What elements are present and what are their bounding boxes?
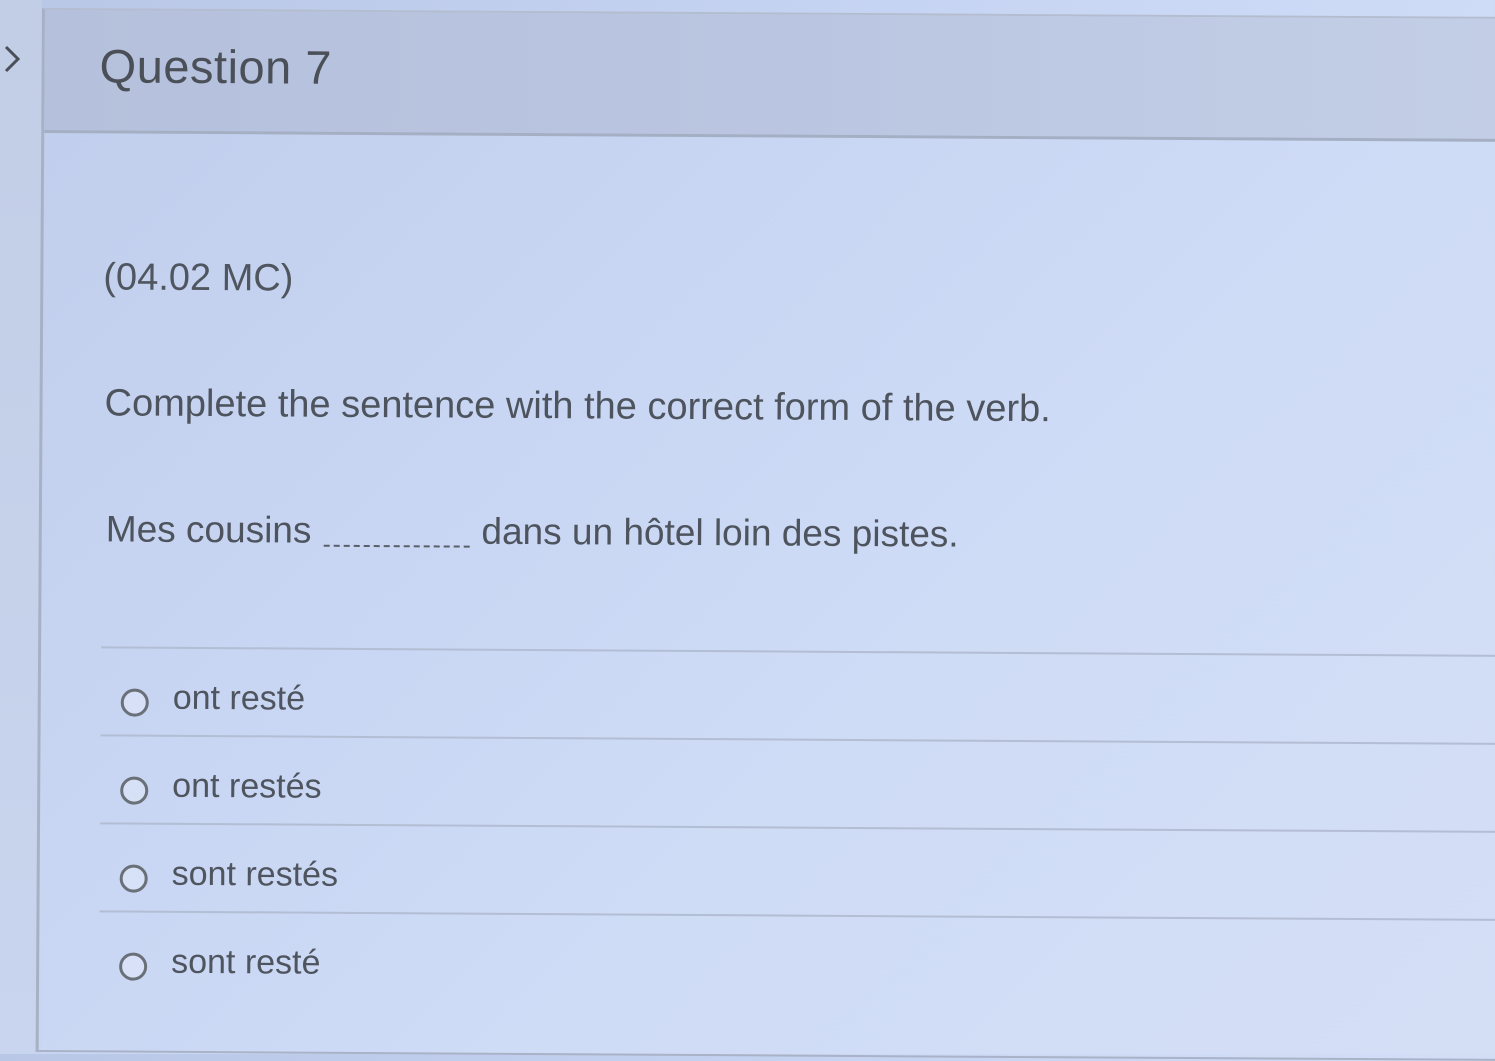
radio-button-icon[interactable]: [120, 688, 149, 717]
question-code: (04.02 MC): [103, 256, 294, 300]
answer-blank: [323, 524, 470, 548]
prompt-text-after: dans un hôtel loin des pistes.: [481, 510, 959, 555]
option-label: sont restés: [171, 854, 339, 894]
question-title: Question 7: [99, 39, 333, 94]
question-instruction: Complete the sentence with the correct f…: [104, 382, 1051, 431]
answer-option-ont-reste[interactable]: ont resté: [100, 646, 1495, 743]
option-label: sont resté: [171, 942, 321, 982]
prompt-text-before: Mes cousins: [105, 508, 312, 551]
radio-button-icon[interactable]: [119, 952, 148, 981]
radio-button-icon[interactable]: [119, 864, 148, 893]
answer-option-ont-restes[interactable]: ont restés: [100, 734, 1495, 831]
answer-option-sont-restes[interactable]: sont restés: [99, 822, 1495, 919]
option-label: ont resté: [172, 678, 306, 718]
question-prompt: Mes cousins dans un hôtel loin des pistes…: [106, 508, 959, 555]
option-label: ont restés: [172, 766, 322, 806]
answer-option-sont-reste[interactable]: sont resté: [98, 910, 1495, 1007]
question-card: Question 7 (04.02 MC) Complete the sente…: [35, 8, 1495, 1061]
question-header: Question 7: [44, 10, 1495, 142]
chevron-right-icon[interactable]: [0, 44, 24, 74]
radio-button-icon[interactable]: [120, 776, 149, 805]
answer-options: ont resté ont restés sont restés sont re…: [98, 646, 1495, 1007]
